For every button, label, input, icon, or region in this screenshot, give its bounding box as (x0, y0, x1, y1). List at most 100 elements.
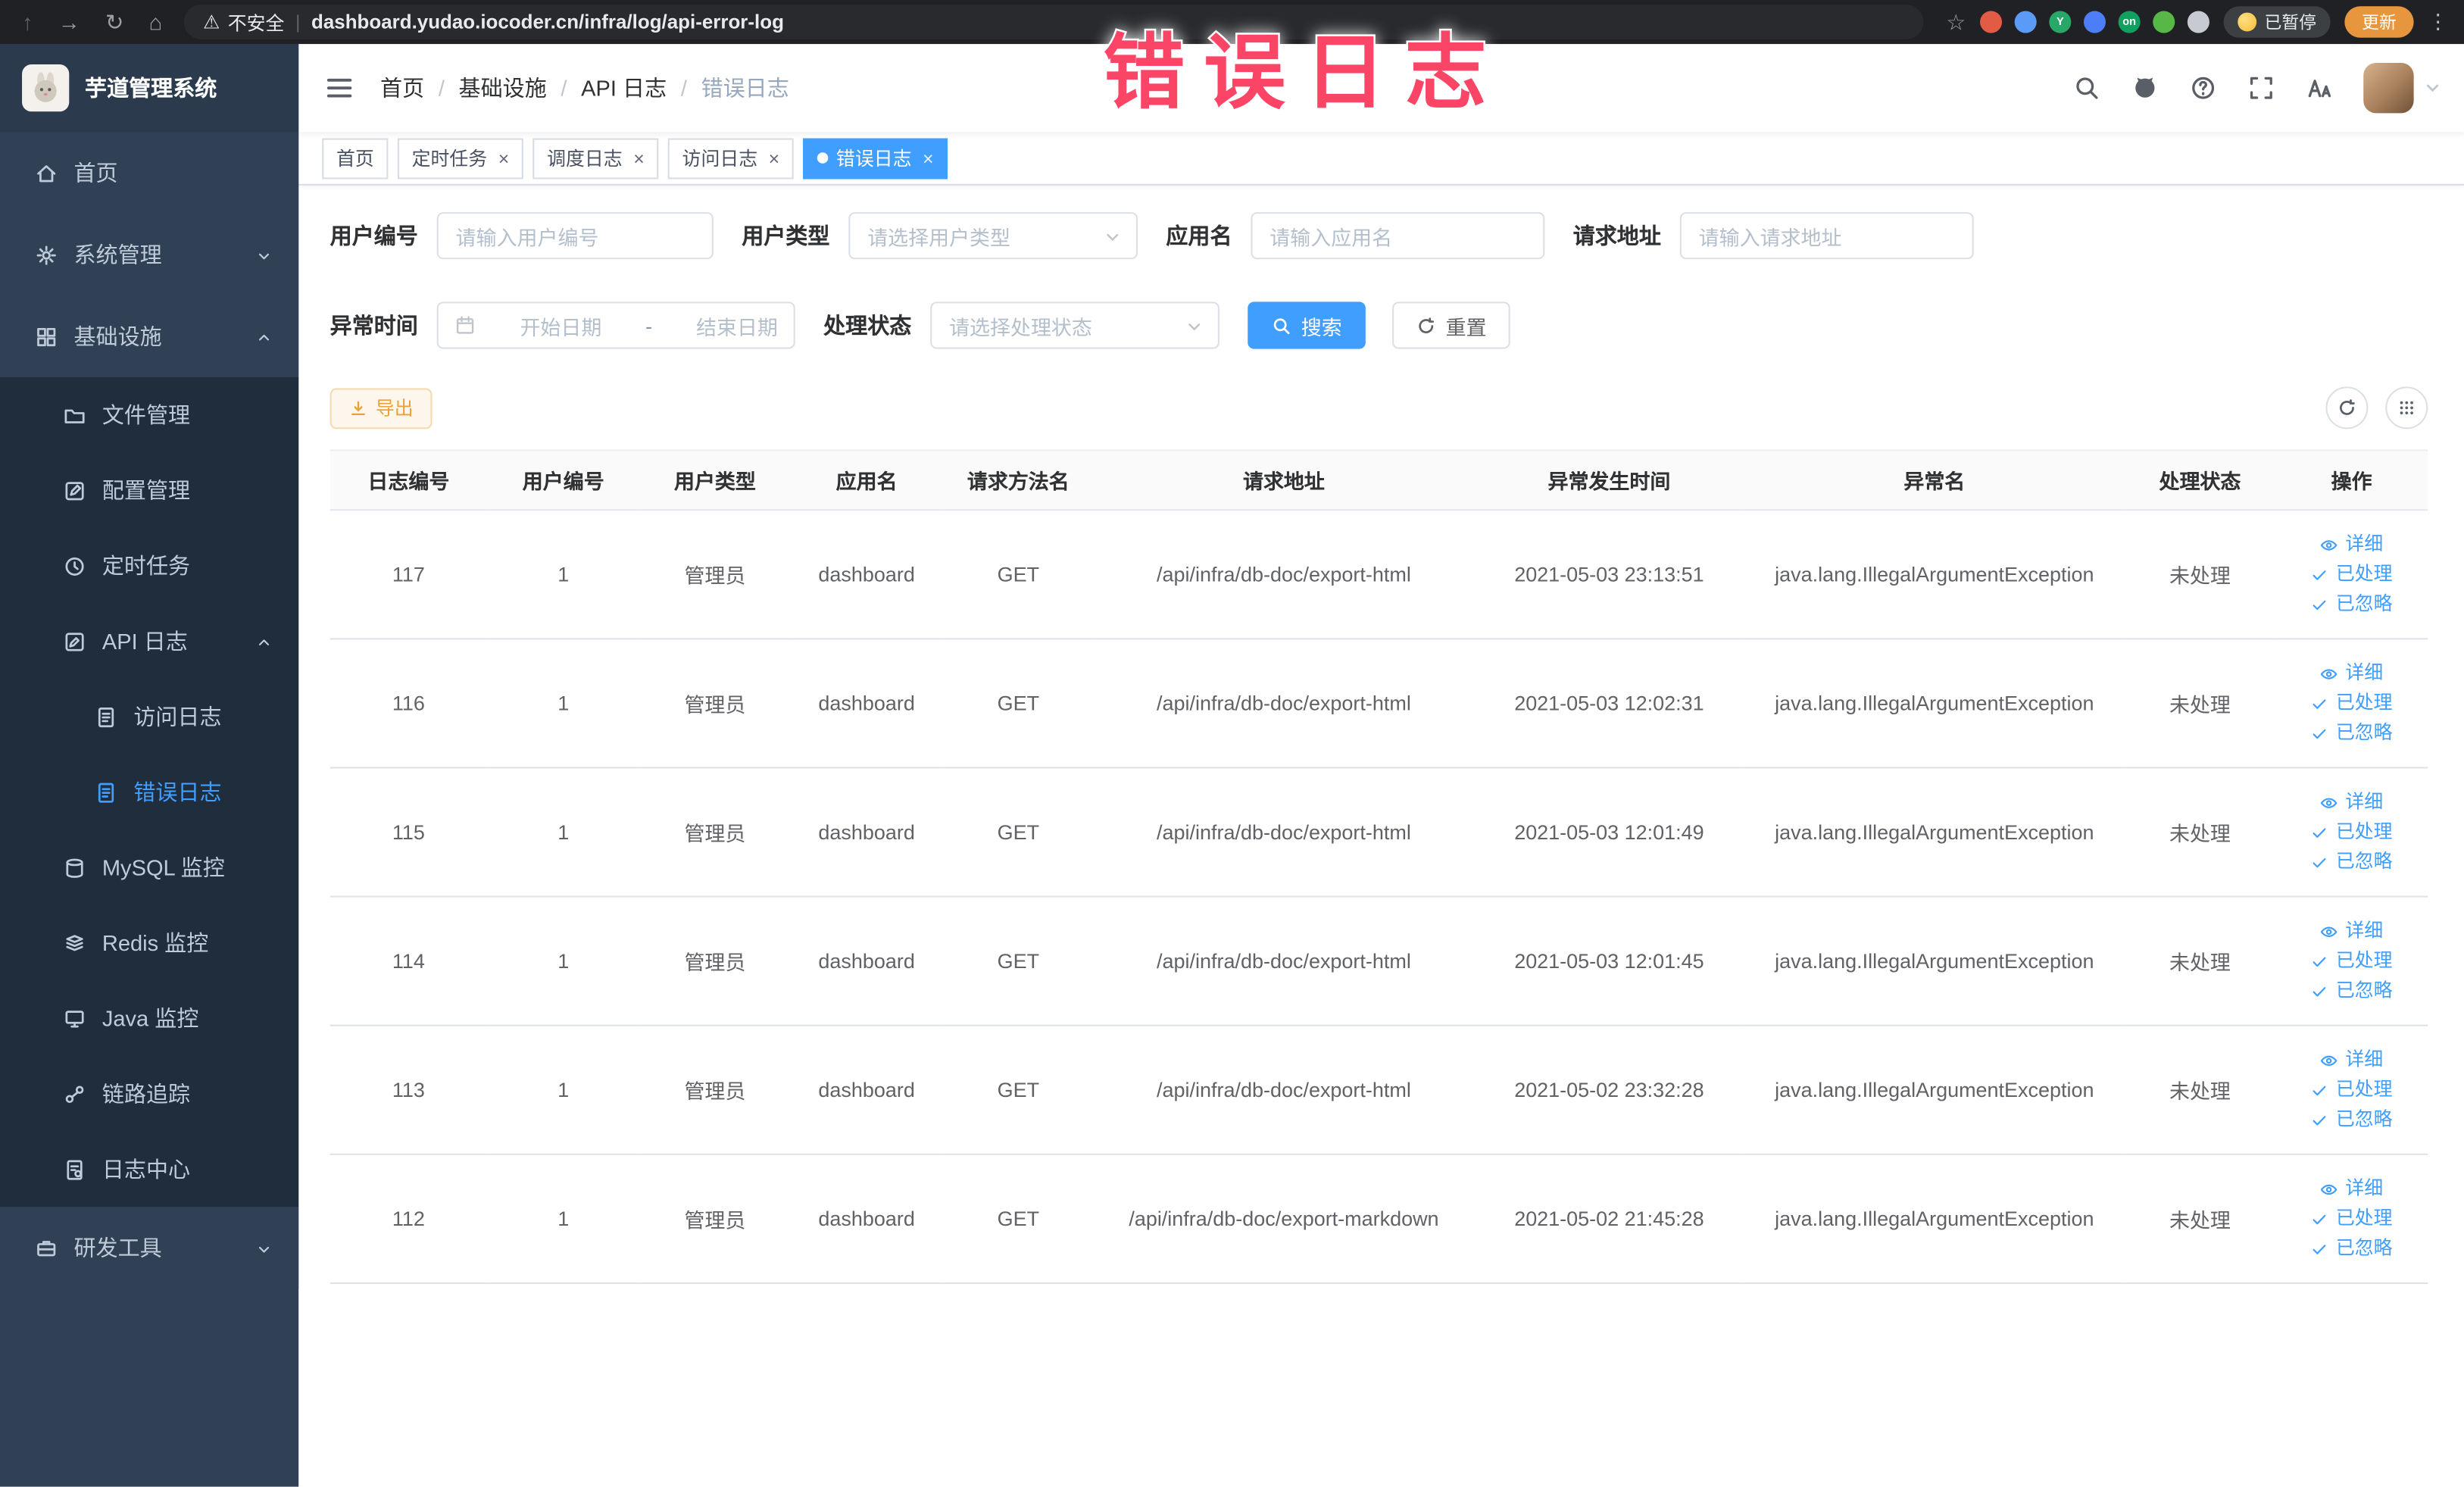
column-header-method: 请求方法名 (942, 449, 1094, 511)
reload-icon[interactable]: ↻ (105, 11, 123, 33)
column-header-status: 处理状态 (2124, 449, 2276, 511)
sidebar-item-0[interactable]: 首页 (0, 132, 299, 214)
action-detail[interactable]: 详细 (2281, 530, 2422, 559)
sidebar-item-label: API 日志 (101, 628, 188, 654)
action-detail[interactable]: 详细 (2281, 917, 2422, 946)
action-processed[interactable]: 已处理 (2281, 1204, 2422, 1233)
app-name-input[interactable]: 请输入应用名 (1251, 212, 1545, 260)
exception-time-label: 异常时间 (329, 312, 418, 339)
exception-time-range-picker[interactable]: 开始日期 - 结束日期 (436, 301, 795, 349)
security-indicator[interactable]: ⚠ 不安全 (203, 8, 284, 35)
user-id-input[interactable]: 请输入用户编号 (436, 212, 714, 260)
tab-1[interactable]: 定时任务 × (397, 137, 523, 179)
sidebar-item-12[interactable]: 链路追踪 (0, 1056, 299, 1132)
action-detail[interactable]: 详细 (2281, 787, 2422, 817)
sidebar-item-6[interactable]: API 日志 (0, 603, 299, 679)
tab-label: 首页 (336, 148, 374, 170)
user-menu[interactable] (2363, 62, 2442, 114)
extension-icon-5[interactable] (2153, 11, 2175, 33)
tab-3[interactable]: 访问日志 × (667, 137, 794, 179)
action-label: 已处理 (2335, 949, 2393, 972)
action-processed[interactable]: 已处理 (2281, 817, 2422, 847)
sidebar-item-11[interactable]: Java 监控 (0, 980, 299, 1057)
extension-icon-6[interactable] (2187, 11, 2209, 33)
tab-4[interactable]: 错误日志 × (803, 137, 948, 179)
reset-button[interactable]: 重置 (1392, 301, 1510, 349)
back-icon[interactable]: ↑ (22, 11, 33, 33)
eye-icon (2320, 535, 2339, 554)
paused-badge[interactable]: 已暂停 (2223, 6, 2331, 38)
action-detail[interactable]: 详细 (2281, 658, 2422, 688)
action-ignored[interactable]: 已忽略 (2281, 847, 2422, 876)
search-icon[interactable] (2072, 74, 2100, 102)
action-processed[interactable]: 已处理 (2281, 560, 2422, 589)
extension-icon-4[interactable]: on (2118, 11, 2141, 33)
check-icon (2311, 1239, 2330, 1258)
search-button[interactable]: 搜索 (1248, 301, 1366, 349)
sidebar-item-9[interactable]: MySQL 监控 (0, 829, 299, 905)
breadcrumb-item-2[interactable]: API 日志 (581, 72, 667, 103)
action-processed[interactable]: 已处理 (2281, 1075, 2422, 1104)
close-icon[interactable]: × (769, 148, 780, 167)
help-icon[interactable] (2189, 74, 2217, 102)
action-processed[interactable]: 已处理 (2281, 689, 2422, 718)
home-icon[interactable]: ⌂ (149, 11, 163, 33)
breadcrumb-item-0[interactable]: 首页 (380, 72, 424, 103)
cell-url: /api/infra/db-doc/export-markdown (1093, 1154, 1474, 1284)
extension-icon-3[interactable] (2083, 11, 2106, 33)
sidebar-item-13[interactable]: 日志中心 (0, 1131, 299, 1207)
request-url-input[interactable]: 请输入请求地址 (1679, 212, 1974, 260)
tab-0[interactable]: 首页 (322, 137, 389, 179)
column-settings-button[interactable] (2385, 386, 2428, 430)
github-icon[interactable] (2131, 74, 2159, 102)
tab-2[interactable]: 调度日志 × (532, 137, 659, 179)
font-size-icon[interactable] (2305, 74, 2333, 102)
user-type-select[interactable]: 请选择用户类型 (848, 212, 1138, 260)
status-select[interactable]: 请选择处理状态 (930, 301, 1220, 349)
sidebar-item-1[interactable]: 系统管理 (0, 214, 299, 296)
address-bar[interactable]: ⚠ 不安全 | dashboard.yudao.iocoder.cn/infra… (184, 5, 1925, 39)
cell-app-name: dashboard (790, 767, 943, 898)
column-header-user-id: 用户编号 (487, 449, 640, 511)
sidebar-item-14[interactable]: 研发工具 (0, 1207, 299, 1289)
refresh-table-button[interactable] (2325, 386, 2369, 430)
breadcrumb-separator: / (680, 75, 687, 101)
extension-icon-1[interactable] (2014, 11, 2037, 33)
sidebar-item-5[interactable]: 定时任务 (0, 528, 299, 604)
close-icon[interactable]: × (633, 148, 645, 167)
extension-icon-2[interactable]: Y (2049, 11, 2072, 33)
update-button[interactable]: 更新 (2344, 6, 2414, 38)
sidebar-item-4[interactable]: 配置管理 (0, 452, 299, 529)
action-detail[interactable]: 详细 (2281, 1174, 2422, 1204)
extension-icon-0[interactable] (1980, 11, 2003, 33)
browser-menu-icon[interactable]: ⋮ (2428, 9, 2448, 34)
forward-icon[interactable]: → (58, 11, 80, 33)
table-row: 112 1 管理员 dashboard GET/api/infra/db-doc/exp… (329, 1154, 2428, 1284)
bookmark-star-icon[interactable]: ☆ (1946, 8, 1966, 35)
close-icon[interactable]: × (923, 148, 934, 167)
breadcrumb: 首页 / 基础设施 / API 日志 / 错误日志 (380, 72, 789, 103)
action-ignored[interactable]: 已忽略 (2281, 589, 2422, 619)
sidebar-item-8[interactable]: 错误日志 (0, 754, 299, 830)
sidebar-item-10[interactable]: Redis 监控 (0, 904, 299, 981)
export-button[interactable]: 导出 (329, 387, 433, 429)
breadcrumb-item-3: 错误日志 (701, 75, 789, 101)
sidebar-item-2[interactable]: 基础设施 (0, 295, 299, 377)
action-ignored[interactable]: 已忽略 (2281, 1104, 2422, 1134)
sidebar-item-3[interactable]: 文件管理 (0, 376, 299, 453)
action-ignored[interactable]: 已忽略 (2281, 718, 2422, 748)
sidebar-item-7[interactable]: 访问日志 (0, 679, 299, 754)
sidebar-menu: 首页 系统管理 基础设施 文件管理 配置管理 定时任务 API 日志访问日志 错误日志 MySQ… (0, 132, 299, 1289)
header-actions (2072, 62, 2464, 114)
fullscreen-icon[interactable] (2247, 74, 2275, 102)
browser-nav: ↑ → ↻ ⌂ (0, 11, 184, 33)
breadcrumb-item-1[interactable]: 基础设施 (459, 72, 547, 103)
logo[interactable]: 芋道管理系统 (0, 44, 299, 133)
collapse-sidebar-icon[interactable] (323, 72, 354, 103)
action-ignored[interactable]: 已忽略 (2281, 976, 2422, 1005)
action-detail[interactable]: 详细 (2281, 1045, 2422, 1075)
cell-app-name: dashboard (790, 896, 943, 1026)
action-ignored[interactable]: 已忽略 (2281, 1234, 2422, 1264)
action-processed[interactable]: 已处理 (2281, 946, 2422, 976)
close-icon[interactable]: × (498, 148, 510, 167)
